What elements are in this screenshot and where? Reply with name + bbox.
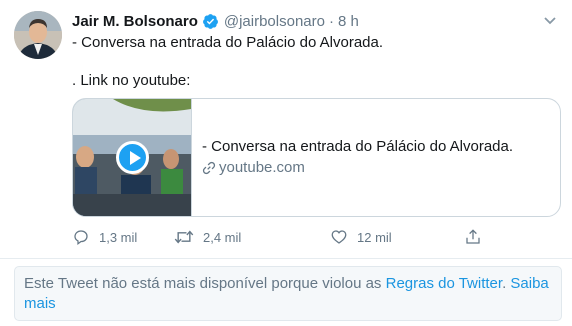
card-domain-text: youtube.com <box>219 159 305 176</box>
like-icon <box>331 230 347 244</box>
retweet-count: 2,4 mil <box>203 229 242 245</box>
divider <box>0 258 572 259</box>
tweet-text-line-1: - Conversa na entrada do Palácio do Alvo… <box>72 34 384 51</box>
tweet[interactable]: Jair M. Bolsonaro @jairbolsonaro · 8 h -… <box>0 0 572 258</box>
link-icon <box>202 161 216 175</box>
retweet-button[interactable]: 2,4 mil <box>174 228 241 246</box>
like-count: 12 mil <box>357 229 392 245</box>
play-icon[interactable] <box>116 141 149 174</box>
timestamp[interactable]: 8 h <box>338 13 359 30</box>
tweet-actions: 1,3 mil 2,4 mil 12 mil <box>72 228 492 248</box>
reply-count: 1,3 mil <box>99 229 138 245</box>
reply-icon <box>74 230 88 246</box>
card-domain: youtube.com <box>202 158 560 178</box>
link-preview-card[interactable]: - Conversa na entrada do Pálácio do Alvo… <box>72 98 561 217</box>
tweet-text-line-2: . Link no youtube: <box>72 72 191 89</box>
separator-dot: · <box>328 12 334 30</box>
card-body: - Conversa na entrada do Pálácio do Alvo… <box>191 99 560 216</box>
tweet-unavailable-notice: Este Tweet não está mais disponível porq… <box>14 266 562 321</box>
display-name[interactable]: Jair M. Bolsonaro <box>72 13 198 30</box>
twitter-rules-link[interactable]: Regras do Twitter <box>386 275 502 292</box>
avatar[interactable] <box>14 11 62 59</box>
tweet-header: Jair M. Bolsonaro @jairbolsonaro · 8 h <box>72 11 359 31</box>
chevron-down-icon[interactable] <box>542 12 558 28</box>
retweet-icon <box>174 230 194 244</box>
user-handle[interactable]: @jairbolsonaro <box>224 13 325 30</box>
reply-button[interactable]: 1,3 mil <box>72 228 137 246</box>
notice-text: Este Tweet não está mais disponível porq… <box>24 275 386 292</box>
share-button[interactable] <box>464 228 491 246</box>
like-button[interactable]: 12 mil <box>330 228 392 246</box>
video-thumbnail[interactable] <box>73 99 191 216</box>
card-title: - Conversa na entrada do Pálácio do Alvo… <box>202 138 514 155</box>
share-icon <box>466 229 480 244</box>
verified-badge-icon <box>202 13 219 30</box>
